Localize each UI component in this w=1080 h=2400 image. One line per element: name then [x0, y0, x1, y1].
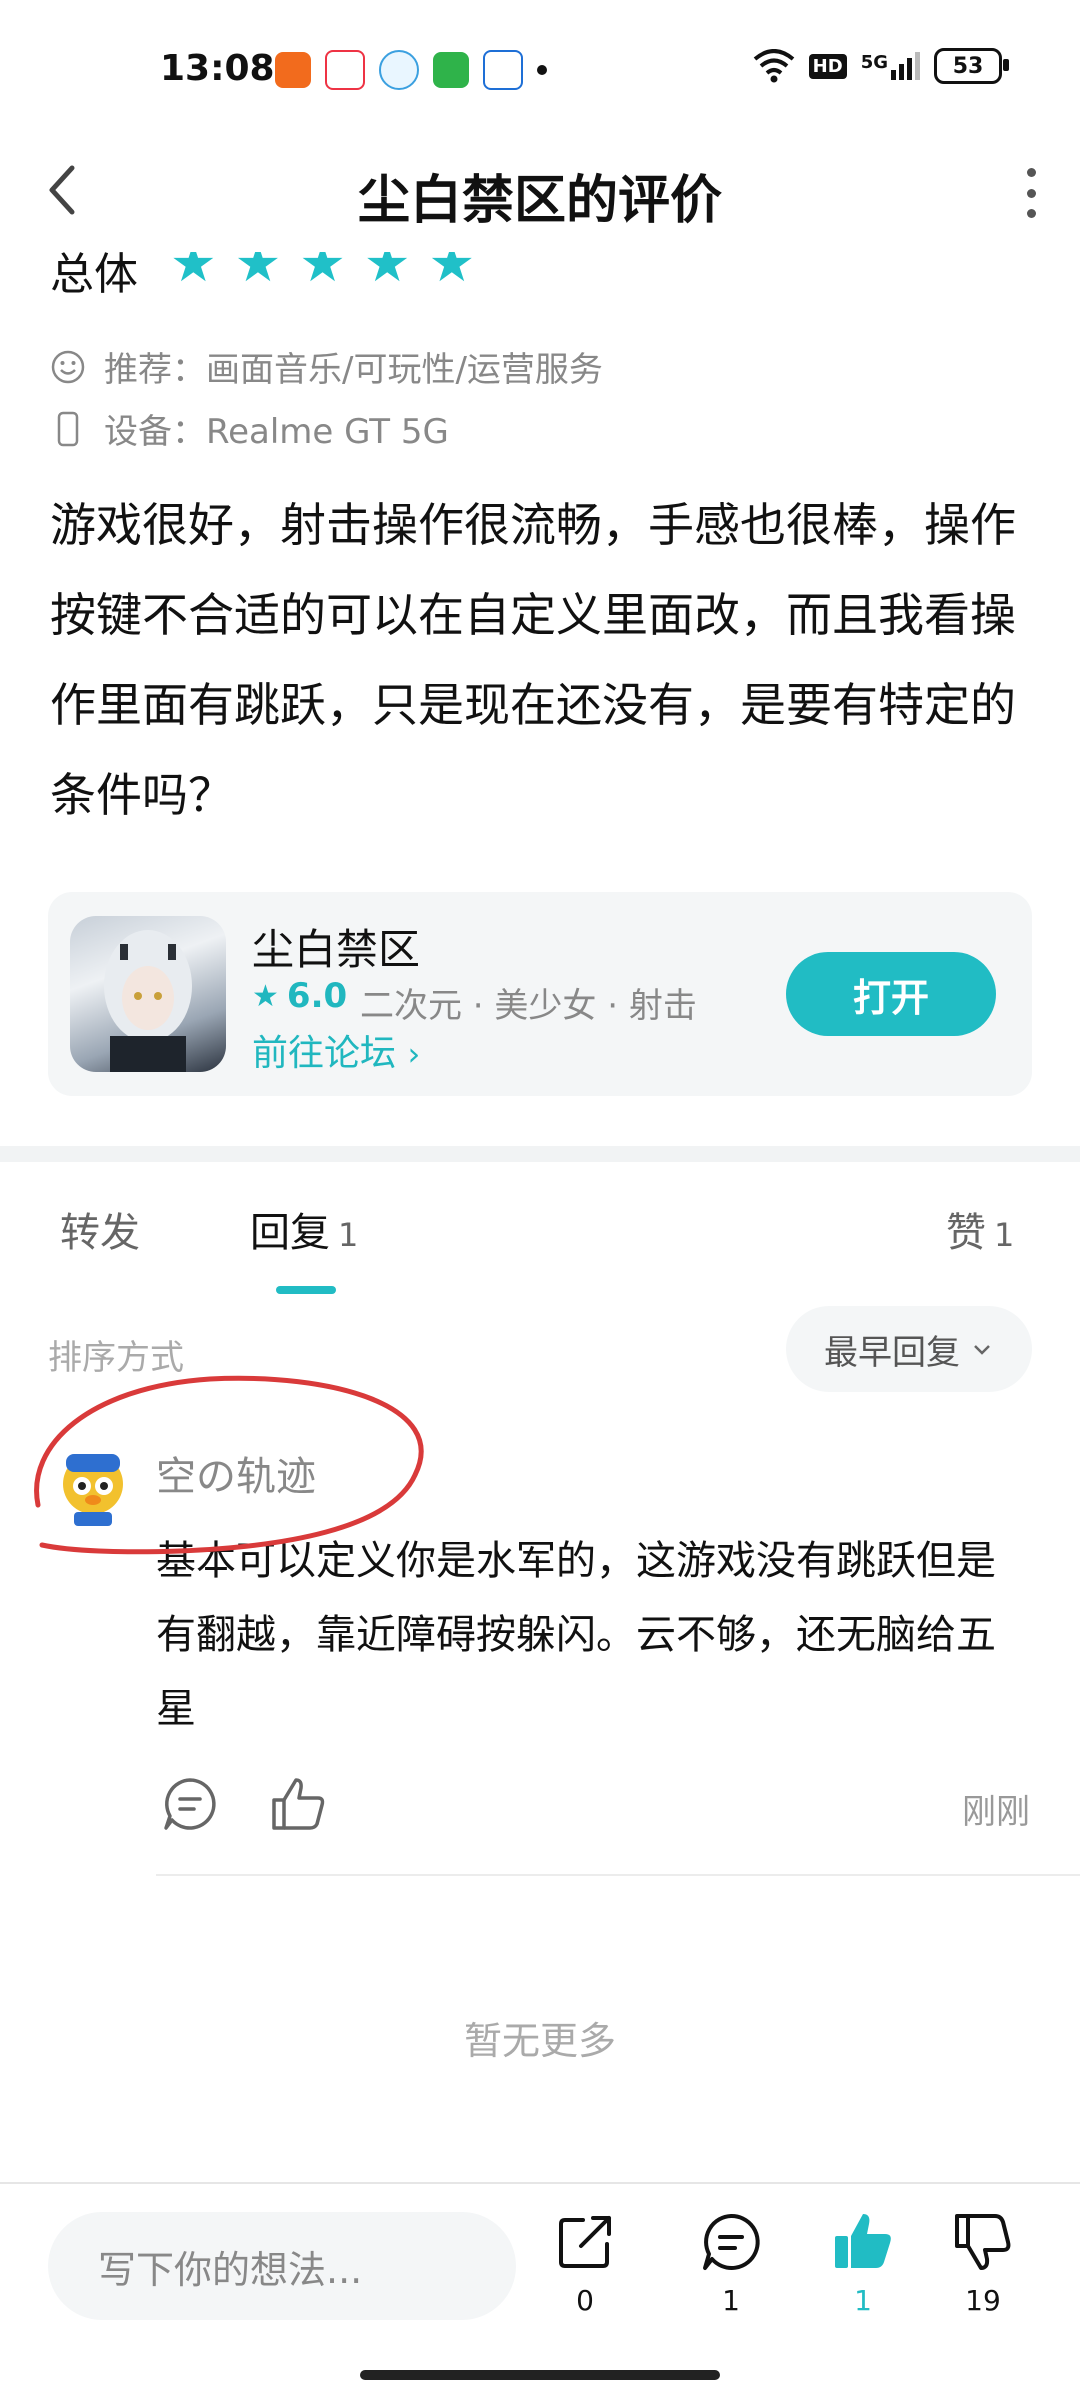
notification-icons	[275, 50, 547, 90]
app-name: 尘白禁区	[252, 925, 421, 974]
page-title: 尘白禁区的评价	[357, 171, 722, 231]
comment-count: 1	[722, 2284, 740, 2317]
dislike-button[interactable]: 19	[938, 2210, 1028, 2317]
star-icon: ★	[299, 252, 346, 294]
sort-dropdown[interactable]: 最早回复	[786, 1306, 1032, 1392]
tab-like[interactable]: 赞1	[946, 1200, 1014, 1258]
reply-comment-button[interactable]	[160, 1774, 220, 1834]
comment-icon	[703, 2213, 760, 2270]
more-dot	[1026, 209, 1036, 218]
tab-like-count: 1	[994, 1216, 1015, 1254]
more-dot	[1026, 188, 1036, 198]
tab-like-label: 赞	[946, 1210, 986, 1256]
tab-indicator	[276, 1286, 336, 1294]
app-notification-icon	[275, 52, 311, 88]
chevron-down-icon	[974, 1345, 990, 1355]
rating-row: 总体 ★ ★ ★ ★ ★	[50, 252, 650, 296]
signal-icon: 5G	[861, 52, 920, 80]
forum-link-label: 前往论坛	[252, 1033, 397, 1074]
app-card[interactable]: 尘白禁区 ★ 6.0 二次元 · 美少女 · 射击 前往论坛 › 打开	[48, 892, 1032, 1096]
rating-stars: ★ ★ ★ ★ ★	[170, 252, 475, 294]
rating-label: 总体	[50, 252, 138, 296]
sort-value: 最早回复	[824, 1332, 960, 1373]
chevron-right-icon: ›	[407, 1035, 421, 1073]
comment-input[interactable]: 写下你的想法...	[48, 2212, 516, 2320]
hd-icon: HD	[808, 53, 847, 79]
thumbs-down-icon	[955, 2214, 1011, 2270]
open-app-button[interactable]: 打开	[786, 952, 996, 1036]
device-line: 设备：Realme GT 5G	[50, 404, 449, 453]
share-count: 0	[576, 2284, 594, 2317]
forum-link[interactable]: 前往论坛 ›	[252, 1024, 420, 1076]
star-icon: ★	[234, 252, 282, 294]
device-value: Realme GT 5G	[206, 412, 449, 452]
status-time: 13:08	[160, 48, 275, 89]
recommend-label: 推荐：	[104, 350, 206, 390]
tab-forward-label: 转发	[60, 1210, 140, 1256]
app-icon	[70, 916, 226, 1072]
device-label: 设备：	[104, 412, 206, 452]
bottom-bar-divider	[0, 2182, 1080, 2184]
status-right: HD 5G 53	[753, 48, 1009, 84]
review-text: 游戏很好，射击操作很流畅，手感也很棒，操作按键不合适的可以在自定义里面改，而且我…	[50, 498, 1016, 822]
app-score-value: 6.0	[286, 976, 348, 1016]
star-icon: ★	[363, 252, 411, 294]
tab-reply[interactable]: 回复 1	[250, 1200, 358, 1258]
section-divider	[0, 1146, 1080, 1162]
more-notifications-dot	[537, 65, 547, 75]
reply-time: 刚刚	[962, 1792, 1030, 1832]
tab-forward[interactable]: 转发	[60, 1200, 140, 1258]
share-icon	[559, 2216, 611, 2268]
recommend-line: 推荐：画面音乐/可玩性/运营服务	[50, 342, 603, 391]
dislike-count: 19	[965, 2284, 1001, 2317]
smiley-icon	[50, 349, 86, 385]
app-tags: 二次元 · 美少女 · 射击	[360, 986, 697, 1026]
home-indicator[interactable]	[360, 2370, 720, 2380]
star-icon: ★	[170, 252, 217, 294]
app-notification-icon	[483, 50, 523, 90]
app-notification-icon	[325, 50, 365, 90]
reply-like-button[interactable]	[268, 1774, 328, 1834]
more-options-button[interactable]	[1016, 168, 1046, 218]
share-button[interactable]: 0	[540, 2210, 630, 2317]
app-notification-icon	[379, 50, 419, 90]
comment-button[interactable]: 1	[686, 2210, 776, 2317]
like-count: 1	[854, 2284, 872, 2317]
phone-icon	[50, 411, 86, 447]
no-more-text: 暂无更多	[463, 2019, 616, 2063]
comment-icon	[164, 1778, 216, 1830]
like-button[interactable]: 1	[818, 2210, 908, 2317]
app-notification-icon	[433, 52, 469, 88]
battery-icon: 53	[934, 48, 1009, 84]
star-icon: ★	[428, 252, 476, 294]
tab-reply-label: 回复	[250, 1210, 330, 1256]
app-score: ★ 6.0	[252, 976, 347, 1016]
annotation-circle	[34, 1375, 424, 1555]
more-dot	[1026, 168, 1036, 177]
reply-divider	[156, 1874, 1080, 1876]
thumbs-up-icon	[272, 1778, 325, 1830]
tab-reply-count: 1	[338, 1216, 359, 1254]
thumbs-up-filled-icon	[835, 2214, 891, 2268]
wifi-icon	[753, 49, 794, 83]
star-icon: ★	[252, 978, 279, 1014]
recommend-value: 画面音乐/可玩性/运营服务	[206, 350, 603, 390]
